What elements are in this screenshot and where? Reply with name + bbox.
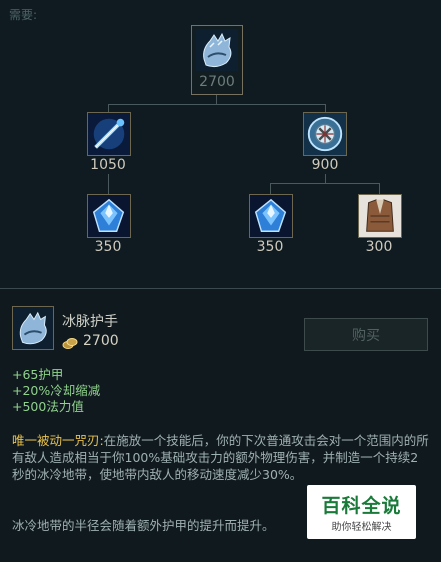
tree-connector (270, 183, 380, 184)
watermark-subtitle: 助你轻松解决 (331, 522, 392, 533)
tree-connector (108, 104, 326, 105)
passive-name: 唯一被动一咒刃: (12, 433, 104, 448)
mid-left-item-price: 1050 (90, 157, 126, 173)
stat-mana: +500法力值 (12, 399, 84, 414)
passive-note: 冰冷地带的半径会随着额外护甲的提升而提升。 (12, 518, 275, 533)
blue-crystal-icon[interactable] (249, 194, 293, 238)
tree-connector (270, 183, 271, 194)
leaf3-item-price: 300 (365, 239, 393, 255)
tree-connector (108, 174, 109, 194)
stat-armor: +65护甲 (12, 367, 64, 382)
frost-gauntlet-icon (12, 306, 54, 350)
passive-description: 唯一被动一咒刃:在施放一个技能后，你的下次普通攻击会对一个范围内的所有敌人造成相… (12, 432, 430, 483)
tree-connector (379, 183, 380, 194)
tree-connector (325, 174, 326, 183)
buy-button[interactable]: 购买 (304, 318, 428, 351)
recipe-tree-panel: 需要: 2700 1050 900 350 350 300 (0, 0, 441, 289)
item-gold-cost: 2700 (83, 333, 119, 349)
blue-wand-icon[interactable] (87, 112, 131, 156)
stat-cooldown: +20%冷却缩减 (12, 383, 101, 398)
cloth-armor-icon[interactable] (358, 194, 402, 238)
mid-right-item-price: 900 (311, 157, 339, 173)
leaf1-item-price: 350 (94, 239, 122, 255)
glacial-shroud-icon[interactable] (303, 112, 347, 156)
leaf2-item-price: 350 (256, 239, 284, 255)
root-item-price: 2700 (199, 74, 235, 90)
blue-crystal-icon[interactable] (87, 194, 131, 238)
frost-gauntlet-icon[interactable] (196, 29, 238, 71)
watermark-title: 百科全说 (321, 495, 402, 517)
gold-coin-icon (62, 338, 78, 349)
stat-list: +65护甲 +20%冷却缩减 +500法力值 (12, 367, 100, 415)
requires-label: 需要: (9, 8, 38, 22)
tree-connector (216, 95, 217, 104)
item-name: 冰脉护手 (62, 314, 118, 330)
watermark-logo: 百科全说 助你轻松解决 (307, 485, 416, 539)
